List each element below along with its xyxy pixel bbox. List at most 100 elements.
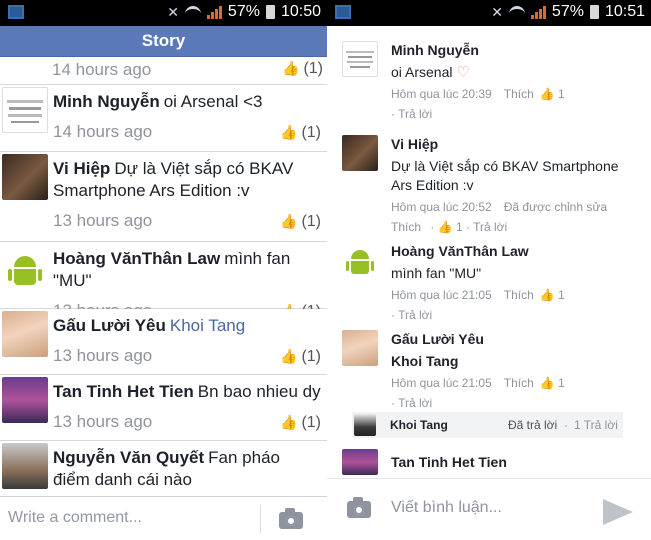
signal-icon	[206, 5, 222, 19]
commenter-name[interactable]: Tan Tinh Het Tien	[391, 454, 507, 470]
comment-list[interactable]: 14 hours ago 👍 (1) Minh Nguyễn oi Arsenal …	[0, 57, 327, 501]
comment-text: Dự là Việt sắp có BKAV Smartphone Ars Ed…	[391, 158, 619, 193]
heart-icon: ♡	[456, 64, 470, 81]
comment-item[interactable]: Minh Nguyễn oi Arsenal <3 14 hours ago 👍(…	[0, 85, 327, 152]
commenter-name[interactable]: Minh Nguyễn	[53, 92, 160, 111]
battery-icon	[265, 5, 275, 19]
mention-link[interactable]: Khoi Tang	[391, 352, 641, 371]
comment-item[interactable]: Minh Nguyễn oi Arsenal ♡ Hôm qua lúc 20:…	[327, 26, 651, 121]
comment-item[interactable]: Hoàng VănThân Law mình fan "MU" Hôm qua …	[327, 227, 651, 322]
battery-percent: 57%	[227, 3, 260, 20]
send-icon[interactable]	[603, 499, 633, 525]
gallery-notification-icon	[8, 5, 24, 19]
like-thumb-icon: 👍	[539, 288, 555, 302]
like-button[interactable]: Thích	[504, 87, 534, 101]
comment-item[interactable]: Gấu Lười Yêu Khoi Tang 13 hours ago 👍 (1)	[0, 309, 327, 375]
comment-composer: Write a comment...	[0, 496, 327, 540]
commenter-name[interactable]: Gấu Lười Yêu	[391, 315, 641, 347]
edited-label[interactable]: Đã được chỉnh sửa	[504, 200, 607, 214]
battery-icon	[589, 5, 599, 19]
commenter-name[interactable]: Hoàng VănThân Law	[53, 249, 220, 268]
comment-time: 13 hours ago	[53, 346, 153, 365]
reply-preview[interactable]: Khoi Tang Đã trả lời · 1 Trả lời	[352, 412, 623, 438]
wifi-icon	[184, 6, 201, 18]
comment-item[interactable]: Vi Hiệp Dự là Việt sắp có BKAV Smartphone…	[0, 152, 327, 242]
avatar[interactable]	[2, 154, 48, 200]
avatar[interactable]	[342, 449, 378, 475]
like-count[interactable]: 👍(1)	[280, 411, 321, 434]
comment-item[interactable]: Hoàng VănThân Lawmình fan "MU" 13 hours …	[0, 242, 327, 320]
like-thumb-icon: 👍	[282, 60, 300, 76]
comment-time: Hôm qua lúc 20:52	[391, 200, 492, 214]
avatar[interactable]	[2, 377, 48, 423]
comment-footer: 14 hours ago 👍 (1)	[0, 57, 327, 85]
status-bar: ✕ 57% 10:50	[0, 0, 327, 26]
like-thumb-icon: 👍	[280, 124, 298, 140]
right-phone-screen: ✕ 57% 10:51 Minh Nguyễn oi Arsenal ♡ Hôm…	[327, 0, 651, 540]
avatar[interactable]	[354, 414, 376, 436]
android-avatar-icon[interactable]	[342, 242, 378, 278]
comment-text: Bn bao nhieu dy	[197, 382, 321, 401]
comment-time: 13 hours ago	[53, 412, 153, 431]
gallery-notification-icon	[335, 5, 351, 19]
comment-input[interactable]: Write a comment...	[8, 509, 142, 527]
reply-author[interactable]: Khoi Tang	[390, 418, 448, 432]
avatar[interactable]	[342, 41, 378, 77]
reply-count[interactable]: 1 Trả lời	[574, 418, 618, 432]
like-count[interactable]: 👍(1)	[282, 60, 323, 78]
like-count[interactable]: 👍 1	[540, 288, 565, 302]
like-thumb-icon: 👍	[280, 414, 298, 430]
mention-link[interactable]: Khoi Tang	[170, 316, 245, 335]
commenter-name[interactable]: Nguyễn Văn Quyết	[53, 448, 204, 467]
commenter-name[interactable]: Hoàng VănThân Law	[391, 227, 641, 259]
like-button[interactable]: Thích	[504, 376, 534, 390]
comment-input[interactable]: Viết bình luận...	[391, 499, 502, 517]
comment-item[interactable]: Gấu Lười Yêu Khoi Tang Hôm qua lúc 21:05…	[327, 315, 651, 410]
android-avatar-icon[interactable]	[2, 244, 48, 290]
like-count[interactable]: 👍(1)	[280, 210, 321, 233]
avatar[interactable]	[2, 87, 48, 133]
avatar[interactable]	[2, 311, 48, 357]
page-title: Story	[0, 26, 327, 57]
avatar[interactable]	[342, 330, 378, 366]
like-count[interactable]: 👍 1	[540, 376, 565, 390]
commenter-name[interactable]: Vi Hiệp	[391, 120, 641, 152]
camera-icon[interactable]	[279, 508, 303, 529]
like-thumb-icon: 👍	[280, 348, 298, 364]
muted-icon: ✕	[167, 3, 179, 20]
avatar[interactable]	[342, 135, 378, 171]
comment-time: Hôm qua lúc 21:05	[391, 376, 492, 390]
like-button[interactable]: Thích	[504, 288, 534, 302]
comment-item[interactable]: Vi Hiệp Dự là Việt sắp có BKAV Smartphon…	[327, 120, 651, 234]
reply-status: Đã trả lời	[508, 418, 558, 432]
comment-thread[interactable]: Minh Nguyễn oi Arsenal ♡ Hôm qua lúc 20:…	[327, 26, 651, 410]
like-count[interactable]: 👍(1)	[280, 345, 321, 368]
muted-icon: ✕	[491, 3, 503, 20]
comment-time: 14 hours ago	[52, 60, 152, 79]
like-thumb-icon: 👍	[539, 376, 555, 390]
comment-composer: Viết bình luận...	[327, 478, 651, 540]
reply-button[interactable]: Trả lời	[398, 107, 432, 121]
clock: 10:50	[280, 3, 321, 20]
comment-time: 14 hours ago	[53, 122, 153, 141]
comment-time: Hôm qua lúc 21:05	[391, 288, 492, 302]
wifi-icon	[508, 6, 525, 18]
like-thumb-icon: 👍	[539, 87, 555, 101]
divider	[260, 505, 261, 533]
commenter-name[interactable]: Gấu Lười Yêu	[53, 316, 166, 335]
like-count[interactable]: 👍(1)	[280, 121, 321, 144]
battery-percent: 57%	[551, 3, 584, 20]
commenter-name[interactable]: Tan Tinh Het Tien	[53, 382, 194, 401]
clock: 10:51	[604, 3, 645, 20]
like-count[interactable]: 👍 1	[540, 87, 565, 101]
comment-item[interactable]: Nguyễn Văn Quyết Fan pháo điểm danh cái n…	[0, 441, 327, 501]
commenter-name[interactable]: Minh Nguyễn	[391, 26, 641, 58]
like-thumb-icon: 👍	[280, 213, 298, 229]
comment-text: oi Arsenal	[391, 64, 453, 80]
comment-item[interactable]: Tan Tinh Het Tien Bn bao nhieu dy 13 hour…	[0, 375, 327, 441]
commenter-name[interactable]: Vi Hiệp	[53, 159, 110, 178]
status-bar: ✕ 57% 10:51	[327, 0, 651, 26]
avatar[interactable]	[2, 443, 48, 489]
reply-button[interactable]: Trả lời	[398, 396, 432, 410]
camera-icon[interactable]	[347, 497, 371, 518]
